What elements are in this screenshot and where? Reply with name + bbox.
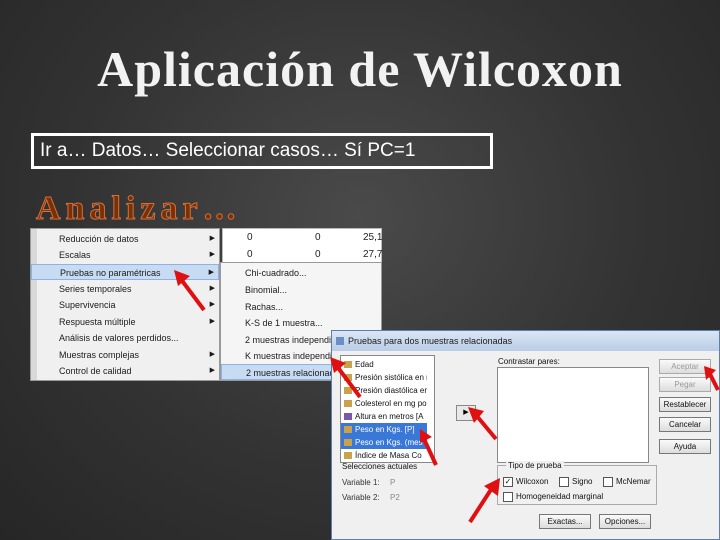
checkmark-icon: ✓ bbox=[503, 477, 513, 487]
menu-item-label: Reducción de datos bbox=[59, 234, 139, 244]
options-button[interactable]: Opciones... bbox=[599, 514, 651, 529]
submenu-arrow-icon: ▶ bbox=[209, 301, 215, 308]
checkbox-label: Signo bbox=[572, 477, 593, 487]
submenu-item-ks[interactable]: K-S de 1 muestra... bbox=[221, 315, 381, 331]
checkbox-label: Homogeneidad marginal bbox=[516, 492, 604, 502]
submenu-item-label: Binomial... bbox=[245, 285, 288, 295]
submenu-arrow-icon: ▶ bbox=[209, 351, 215, 358]
submenu-arrow-icon: ▶ bbox=[209, 367, 215, 374]
menu-item-label: Respuesta múltiple bbox=[59, 317, 136, 327]
test-type-label: Tipo de prueba bbox=[506, 461, 564, 470]
red-arrow-icon bbox=[174, 270, 206, 312]
menu-item-respuesta[interactable]: Respuesta múltiple ▶ bbox=[31, 314, 219, 330]
submenu-item-binomial[interactable]: Binomial... bbox=[221, 282, 381, 298]
submenu-item-label: Chi-cuadrado... bbox=[245, 268, 307, 278]
red-arrow-icon bbox=[468, 407, 498, 441]
dialog-app-icon bbox=[336, 337, 344, 345]
ruler-icon bbox=[344, 452, 352, 459]
variable-label: Índice de Masa Co bbox=[355, 451, 422, 460]
red-arrow-icon bbox=[704, 366, 720, 391]
red-arrow-icon bbox=[330, 357, 362, 399]
dialog-titlebar[interactable]: Pruebas para dos muestras relacionadas bbox=[332, 331, 719, 351]
menu-item-complejas[interactable]: Muestras complejas ▶ bbox=[31, 347, 219, 363]
test-pairs-list[interactable] bbox=[497, 367, 649, 463]
variable-label: Peso en Kgs. (mes bbox=[355, 438, 423, 447]
instruction-text: Ir a… Datos… Seleccionar casos… Sí PC=1 bbox=[40, 140, 416, 161]
menu-item-label: Series temporales bbox=[59, 284, 132, 294]
variable1-label: Variable 1: bbox=[342, 478, 380, 487]
dialog-title: Pruebas para dos muestras relacionadas bbox=[348, 336, 513, 346]
cancel-button[interactable]: Cancelar bbox=[659, 417, 711, 432]
menu-item-label: Control de calidad bbox=[59, 366, 132, 376]
menu-item-label: Supervivencia bbox=[59, 300, 116, 310]
analizar-heading: Analizar… bbox=[36, 190, 242, 228]
table-cell[interactable]: 0 bbox=[315, 249, 321, 260]
ruler-icon bbox=[344, 426, 352, 433]
variable1-line: Variable 1: P bbox=[342, 478, 395, 487]
menu-item-label: Pruebas no paramétricas bbox=[60, 268, 161, 278]
menu-item-calidad[interactable]: Control de calidad ▶ bbox=[31, 363, 219, 379]
menu-item-escalas[interactable]: Escalas ▶ bbox=[31, 247, 219, 263]
checkbox-label: Wilcoxon bbox=[516, 477, 549, 487]
sign-checkbox[interactable]: Signo bbox=[559, 477, 592, 487]
menu-item-label: Análisis de valores perdidos... bbox=[59, 333, 179, 343]
submenu-arrow-icon: ▶ bbox=[209, 285, 215, 292]
submenu-arrow-icon: ▶ bbox=[209, 235, 215, 242]
two-related-samples-dialog: Pruebas para dos muestras relacionadas E… bbox=[331, 330, 720, 540]
marginal-homogeneity-checkbox[interactable]: Homogeneidad marginal bbox=[503, 492, 603, 502]
menu-item-perdidos[interactable]: Análisis de valores perdidos... bbox=[31, 330, 219, 346]
table-cell[interactable]: 0 bbox=[247, 232, 253, 243]
checkbox-box bbox=[603, 477, 613, 487]
list-item[interactable]: Altura en metros [A bbox=[341, 410, 427, 423]
menu-item-label: Escalas bbox=[59, 250, 91, 260]
pairs-label: Contrastar pares: bbox=[498, 357, 560, 366]
submenu-item-label: K-S de 1 muestra... bbox=[245, 318, 323, 328]
variable2-label: Variable 2: bbox=[342, 493, 380, 502]
help-button[interactable]: Ayuda bbox=[659, 439, 711, 454]
table-cell[interactable]: 0 bbox=[247, 249, 253, 260]
menu-item-label: Muestras complejas bbox=[59, 350, 140, 360]
red-arrow-icon bbox=[468, 478, 500, 524]
variable1-value: P bbox=[390, 478, 396, 487]
table-cell[interactable]: 25,1 bbox=[363, 232, 382, 243]
checkbox-box bbox=[503, 492, 513, 502]
submenu-item-chi[interactable]: Chi-cuadrado... bbox=[221, 265, 381, 281]
ruler-icon bbox=[344, 439, 352, 446]
variable-label: Altura en metros [A bbox=[355, 412, 424, 421]
nominal-icon bbox=[344, 413, 352, 420]
variable-label: Peso en Kgs. [P] bbox=[355, 425, 415, 434]
table-row: 0 0 25,1 bbox=[223, 230, 382, 247]
data-grid: 0 0 25,1 0 0 27,7 bbox=[222, 228, 382, 264]
table-cell[interactable]: 27,7 bbox=[363, 249, 382, 260]
variable2-line: Variable 2: P2 bbox=[342, 493, 400, 502]
exact-button[interactable]: Exactas... bbox=[539, 514, 591, 529]
mcnemar-checkbox[interactable]: McNemar bbox=[603, 477, 651, 487]
submenu-item-label: Rachas... bbox=[245, 302, 284, 312]
menu-item-reduccion[interactable]: Reducción de datos ▶ bbox=[31, 231, 219, 247]
reset-button[interactable]: Restablecer bbox=[659, 397, 711, 412]
submenu-arrow-icon: ▶ bbox=[209, 251, 215, 258]
slide-title: Aplicación de Wilcoxon bbox=[97, 41, 623, 97]
submenu-arrow-icon: ▶ bbox=[209, 318, 215, 325]
red-arrow-icon bbox=[420, 429, 438, 466]
table-cell[interactable]: 0 bbox=[315, 232, 321, 243]
wilcoxon-checkbox[interactable]: ✓ Wilcoxon bbox=[503, 477, 548, 487]
checkbox-label: McNemar bbox=[616, 477, 651, 487]
checkbox-box bbox=[559, 477, 569, 487]
current-selections-label: Selecciones actuales bbox=[342, 462, 418, 471]
variable2-value: P2 bbox=[390, 493, 400, 502]
submenu-item-rachas[interactable]: Rachas... bbox=[221, 299, 381, 315]
